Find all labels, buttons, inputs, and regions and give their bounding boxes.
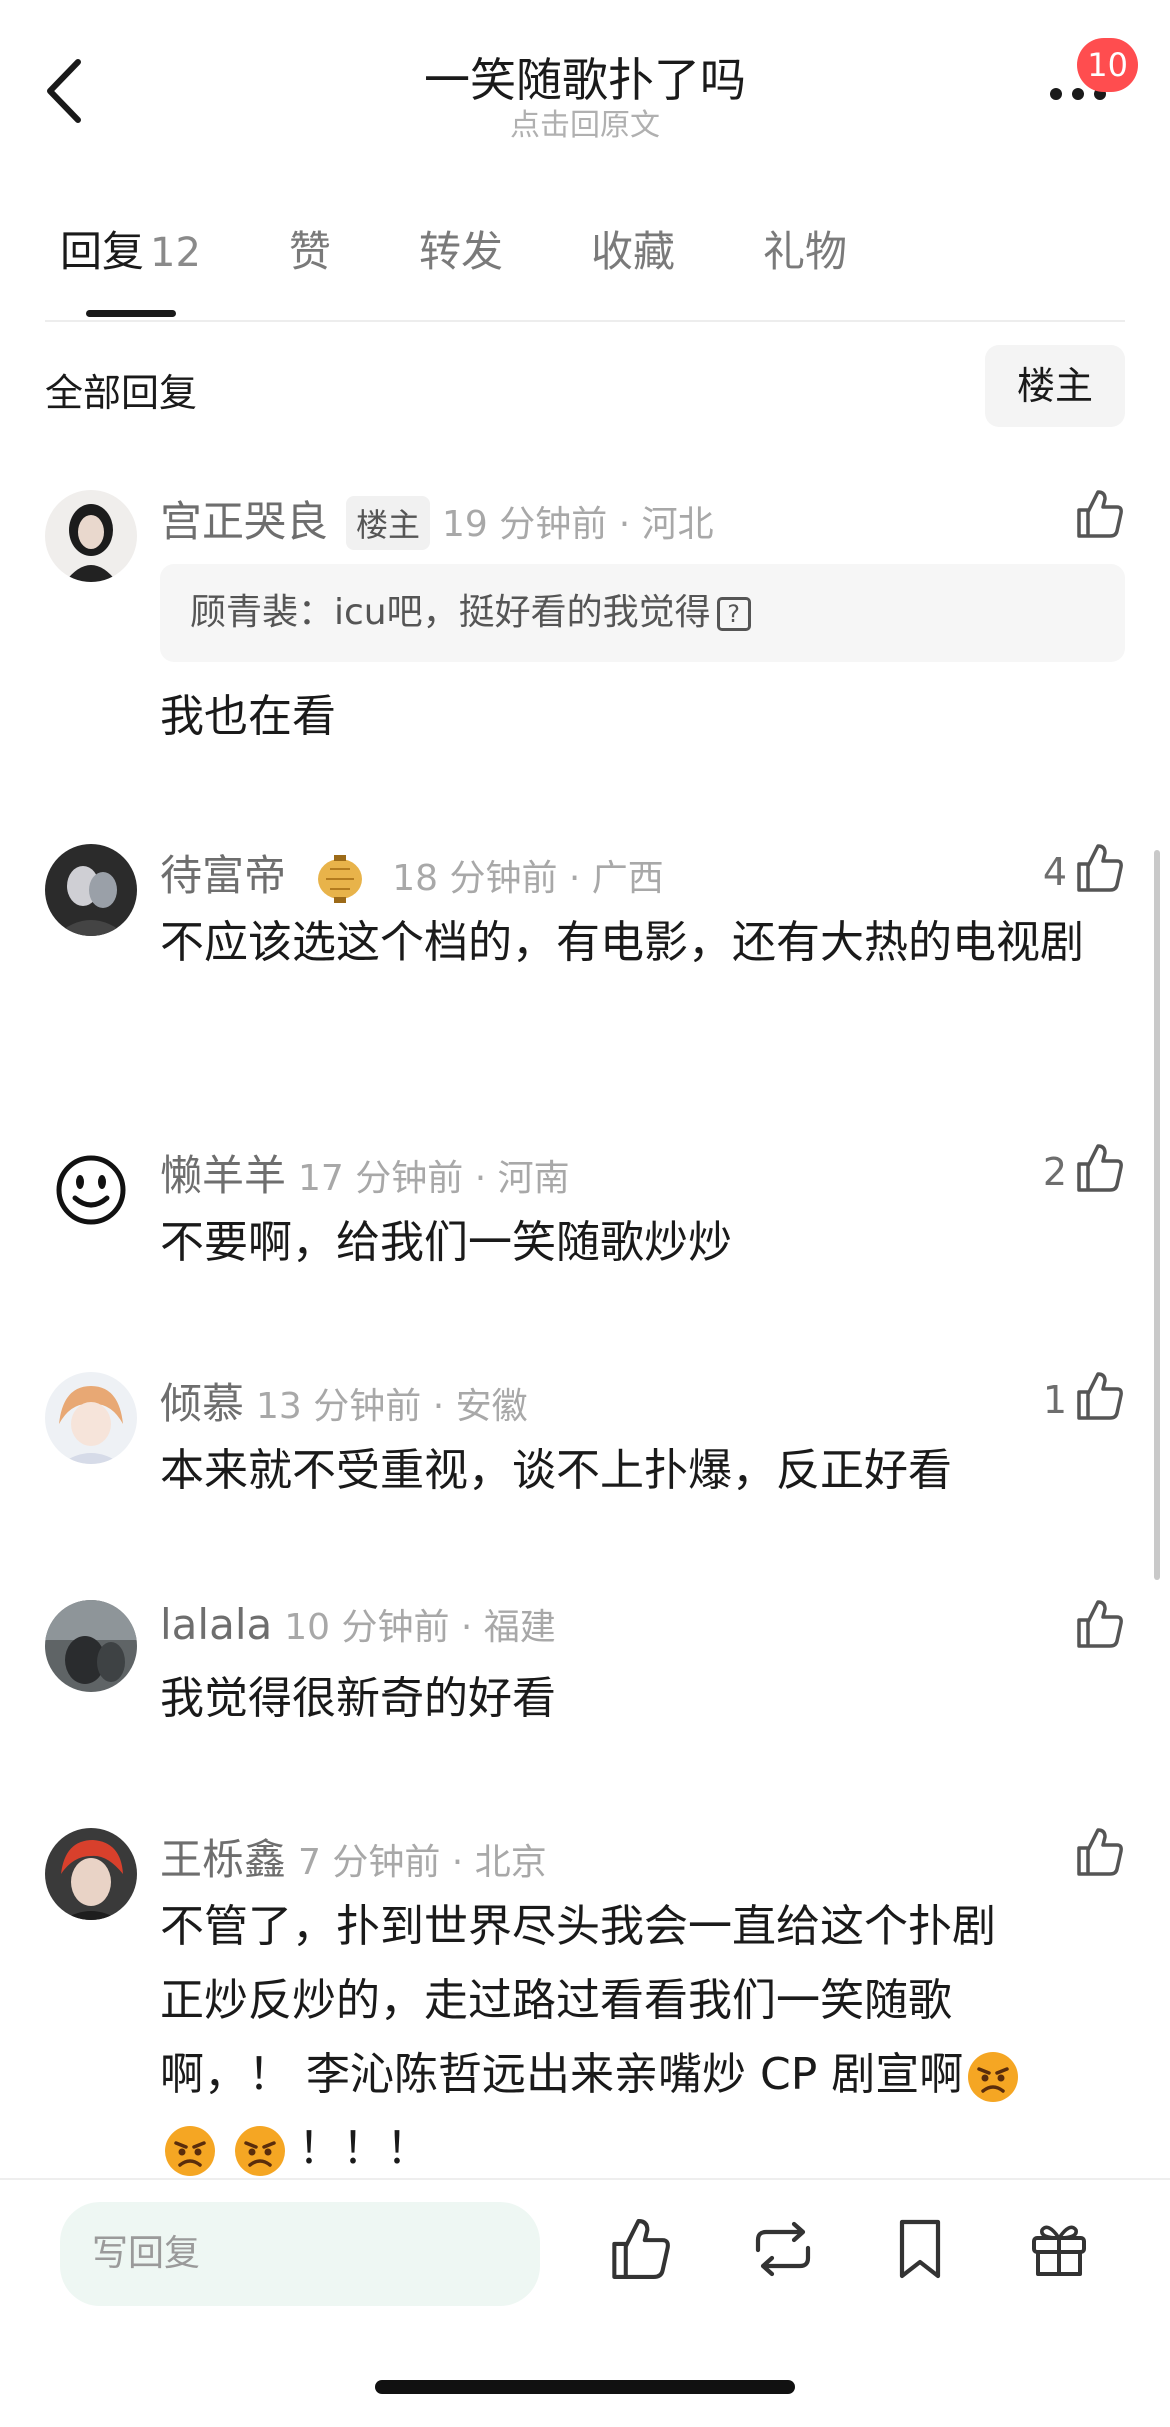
thumb-up-icon bbox=[1077, 844, 1123, 892]
home-indicator[interactable] bbox=[375, 2380, 795, 2394]
tab-bar: 回复 12 赞 转发 收藏 礼物 bbox=[60, 218, 935, 308]
username[interactable]: 懒羊羊 bbox=[160, 1151, 286, 1200]
thumb-up-icon bbox=[1077, 1372, 1123, 1420]
notification-badge: 10 bbox=[1077, 38, 1138, 92]
like-button[interactable]: 2 bbox=[1005, 1142, 1125, 1202]
more-dots-icon bbox=[1050, 88, 1062, 100]
timestamp-location: 10 分钟前 · 福建 bbox=[284, 1607, 556, 1648]
tab-likes[interactable]: 赞 bbox=[289, 218, 331, 308]
comment-text-line: 不管了，扑到世界尽头我会一直给这个扑剧 bbox=[160, 1901, 996, 1952]
thumb-up-icon bbox=[612, 2219, 670, 2279]
filter-row: 全部回复 楼主 bbox=[45, 340, 1125, 430]
avatar-image bbox=[45, 1372, 137, 1464]
thumb-up-icon bbox=[1077, 1144, 1123, 1192]
angry-face-emoji bbox=[165, 2126, 215, 2176]
repost-button[interactable] bbox=[748, 2216, 828, 2296]
username[interactable]: 王栎鑫 bbox=[160, 1835, 286, 1884]
tab-reposts[interactable]: 转发 bbox=[419, 218, 503, 308]
owner-tag: 楼主 bbox=[346, 495, 431, 550]
timestamp-location: 19 分钟前 · 河北 bbox=[442, 504, 714, 545]
unknown-emoji-icon: ? bbox=[716, 597, 751, 631]
comment-text-line-with-emoji: 啊，！ 李沁陈哲远出来亲嘴炒 CP 剧宣啊 bbox=[160, 2038, 1090, 2112]
like-count: 2 bbox=[1042, 1150, 1067, 1194]
owner-only-button[interactable]: 楼主 bbox=[985, 345, 1125, 427]
gift-icon bbox=[1032, 2225, 1086, 2276]
comment-text: 我也在看 bbox=[160, 691, 336, 742]
comment-meta: 倾慕 13 分钟前 · 安徽 bbox=[160, 1370, 528, 1431]
tab-gifts[interactable]: 礼物 bbox=[763, 218, 847, 308]
angry-face-emoji bbox=[235, 2126, 285, 2176]
gift-button[interactable] bbox=[1026, 2216, 1106, 2296]
avatar-image bbox=[45, 844, 137, 936]
angry-face-emoji bbox=[968, 2052, 1019, 2102]
active-tab-indicator bbox=[86, 310, 176, 317]
avatar[interactable] bbox=[45, 1372, 137, 1464]
tab-favorites[interactable]: 收藏 bbox=[591, 218, 675, 308]
comment-text: 我觉得很新奇的好看 bbox=[160, 1673, 556, 1724]
avatar-image bbox=[45, 490, 137, 582]
smiley-avatar-icon bbox=[45, 1144, 137, 1236]
username[interactable]: 待富帝 bbox=[160, 851, 286, 900]
timestamp-location: 13 分钟前 · 安徽 bbox=[256, 1386, 528, 1427]
avatar[interactable] bbox=[45, 490, 137, 582]
avatar-image bbox=[45, 1828, 137, 1920]
all-replies-label: 全部回复 bbox=[45, 371, 198, 415]
like-button[interactable]: 1 bbox=[1005, 1370, 1125, 1430]
like-button[interactable] bbox=[1005, 488, 1125, 548]
comment-meta: 待富帝 18 分钟前 · 广西 bbox=[160, 842, 664, 911]
comment-text-segment: 啊，！ 李沁陈哲远出来亲嘴炒 CP 剧宣啊 bbox=[160, 2049, 964, 2100]
bookmark-icon bbox=[899, 2219, 941, 2279]
quoted-reply[interactable]: 顾青裴：icu吧，挺好看的我觉得? bbox=[160, 564, 1125, 662]
tab-replies[interactable]: 回复 12 bbox=[60, 218, 201, 308]
like-button[interactable] bbox=[1005, 1598, 1125, 1658]
username[interactable]: 宫正哭良 bbox=[160, 497, 328, 546]
avatar[interactable] bbox=[45, 1828, 137, 1920]
lantern-badge-icon bbox=[318, 854, 363, 903]
back-to-original-link[interactable]: 点击回原文 bbox=[0, 100, 1170, 144]
avatar[interactable] bbox=[45, 1144, 137, 1236]
like-button[interactable] bbox=[1005, 1826, 1125, 1886]
like-count: 4 bbox=[1042, 850, 1067, 894]
comment-text: 不要啊，给我们一笑随歌炒炒 bbox=[160, 1217, 732, 1268]
quoted-text: 顾青裴：icu吧，挺好看的我觉得 bbox=[190, 592, 711, 633]
thumb-up-icon bbox=[1077, 1828, 1123, 1876]
comment-meta: 王栎鑫 7 分钟前 · 北京 bbox=[160, 1826, 547, 1887]
timestamp-location: 7 分钟前 · 北京 bbox=[298, 1842, 547, 1883]
like-post-button[interactable] bbox=[608, 2216, 688, 2296]
comment-text-line-with-emoji: ！！！ bbox=[160, 2112, 1090, 2186]
comment-meta: 宫正哭良 楼主 19 分钟前 · 河北 bbox=[160, 488, 714, 556]
like-count: 1 bbox=[1042, 1378, 1067, 1422]
tab-replies-label: 回复 bbox=[60, 227, 145, 276]
divider bbox=[45, 320, 1125, 322]
username[interactable]: lalala bbox=[160, 1600, 272, 1649]
reply-input[interactable]: 写回复 bbox=[60, 2202, 540, 2306]
scrollbar[interactable] bbox=[1154, 850, 1160, 1580]
thumb-up-icon bbox=[1077, 1600, 1123, 1648]
comment-text-line: 正炒反炒的，走过路过看看我们一笑随歌 bbox=[160, 1975, 952, 2026]
avatar-image bbox=[45, 1600, 137, 1692]
avatar[interactable] bbox=[45, 1600, 137, 1692]
comment-meta: 懒羊羊 17 分钟前 · 河南 bbox=[160, 1142, 570, 1203]
comment-text: 不应该选这个档的，有电影，还有大热的电视剧 bbox=[160, 917, 1084, 968]
comment-text-segment: ！！！ bbox=[298, 2123, 430, 2174]
thumb-up-icon bbox=[1077, 490, 1123, 538]
timestamp-location: 18 分钟前 · 广西 bbox=[392, 858, 664, 899]
comment-text: 不管了，扑到世界尽头我会一直给这个扑剧 正炒反炒的，走过路过看看我们一笑随歌 啊… bbox=[160, 1890, 1090, 2186]
more-dot bbox=[1072, 88, 1084, 100]
repost-icon bbox=[755, 2221, 811, 2277]
username[interactable]: 倾慕 bbox=[160, 1379, 244, 1428]
like-button[interactable]: 4 bbox=[1005, 842, 1125, 902]
comment-text: 本来就不受重视，谈不上扑爆，反正好看 bbox=[160, 1445, 952, 1496]
comment-meta: lalala 10 分钟前 · 福建 bbox=[160, 1598, 556, 1650]
bookmark-button[interactable] bbox=[890, 2216, 970, 2296]
header: 一笑随歌扑了吗 点击回原文 10 bbox=[0, 0, 1170, 180]
avatar[interactable] bbox=[45, 844, 137, 936]
tab-replies-count: 12 bbox=[150, 230, 201, 276]
timestamp-location: 17 分钟前 · 河南 bbox=[298, 1158, 570, 1199]
